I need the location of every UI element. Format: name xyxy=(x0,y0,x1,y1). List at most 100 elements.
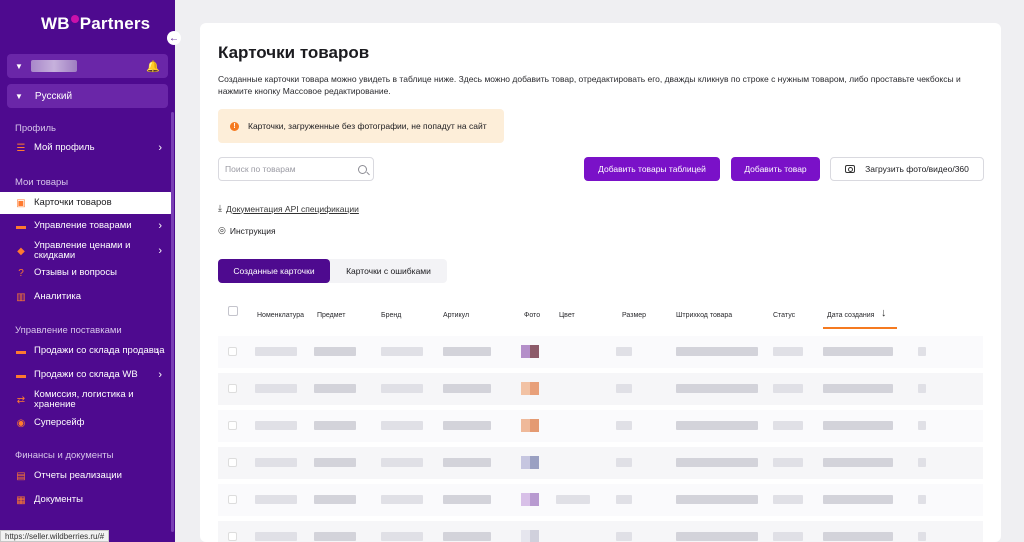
sidebar-item-wb-stock[interactable]: ▬ Продажи со склада WB › xyxy=(0,365,172,385)
blurred-cell xyxy=(918,458,926,467)
col-barcode[interactable]: Штрихкод товара xyxy=(676,312,732,319)
row-checkbox[interactable] xyxy=(228,532,237,541)
blurred-cell xyxy=(255,532,297,541)
blurred-cell xyxy=(381,347,423,356)
col-size[interactable]: Размер xyxy=(622,312,646,319)
page-title: Карточки товаров xyxy=(218,43,370,62)
safe-icon: ◉ xyxy=(16,417,26,429)
blurred-cell xyxy=(443,495,491,504)
col-nomenclature[interactable]: Номенклатура xyxy=(257,312,304,319)
product-thumbnail xyxy=(521,493,539,506)
section-title-profile: Профиль xyxy=(15,123,57,134)
table-row[interactable] xyxy=(218,373,983,405)
language-selector[interactable]: ▼ Русский xyxy=(7,84,168,108)
col-created-date[interactable]: Дата создания xyxy=(827,312,874,319)
col-photo[interactable]: Фото xyxy=(524,312,540,319)
eye-icon: ◎ xyxy=(218,225,226,235)
chart-icon: ▥ xyxy=(16,291,26,303)
col-color[interactable]: Цвет xyxy=(559,312,575,319)
chevron-right-icon: › xyxy=(158,245,162,257)
blurred-cell xyxy=(616,495,632,504)
table-row[interactable] xyxy=(218,336,983,368)
sidebar-item-prices[interactable]: ◆ Управление ценами и скидками › xyxy=(0,238,172,264)
blurred-cell xyxy=(918,532,926,541)
chevron-right-icon: › xyxy=(158,220,162,232)
col-brand[interactable]: Бренд xyxy=(381,312,401,319)
sidebar-scrollbar[interactable] xyxy=(171,112,174,532)
table-row[interactable] xyxy=(218,410,983,442)
sidebar-item-cards[interactable]: ▣ Карточки товаров xyxy=(0,192,172,214)
collapse-sidebar-button[interactable]: ← xyxy=(167,31,181,45)
sidebar-item-analytics[interactable]: ▥ Аналитика xyxy=(0,287,172,307)
blurred-cell xyxy=(676,384,758,393)
logo[interactable]: WB Partners xyxy=(41,14,150,34)
blurred-cell xyxy=(314,532,356,541)
row-checkbox[interactable] xyxy=(228,384,237,393)
sidebar-item-seller-stock[interactable]: ▬ Продажи со склада продавца › xyxy=(0,341,172,361)
blurred-cell xyxy=(381,458,423,467)
blurred-cell xyxy=(556,495,590,504)
sidebar-item-supersafe[interactable]: ◉ Суперсейф xyxy=(0,413,172,433)
row-checkbox[interactable] xyxy=(228,421,237,430)
add-goods-button[interactable]: Добавить товар xyxy=(731,157,820,181)
col-status[interactable]: Статус xyxy=(773,312,795,319)
row-checkbox[interactable] xyxy=(228,458,237,467)
blurred-cell xyxy=(314,384,356,393)
blurred-cell xyxy=(918,495,926,504)
row-checkbox[interactable] xyxy=(228,495,237,504)
blurred-cell xyxy=(823,384,893,393)
logo-wb: WB xyxy=(41,14,70,33)
truck-icon: ▬ xyxy=(16,369,26,381)
blurred-cell xyxy=(255,347,297,356)
blurred-cell xyxy=(255,458,297,467)
table-row[interactable] xyxy=(218,447,983,479)
table-row[interactable] xyxy=(218,484,983,516)
search-input[interactable]: Поиск по товарам xyxy=(218,157,374,181)
blurred-cell xyxy=(676,458,758,467)
tab-error-cards[interactable]: Карточки с ошибками xyxy=(330,259,447,283)
col-article[interactable]: Артикул xyxy=(443,312,469,319)
tab-created-cards[interactable]: Созданные карточки xyxy=(218,259,330,283)
blurred-cell xyxy=(314,495,356,504)
instruction-link[interactable]: ◎ Инструкция xyxy=(218,225,276,236)
sidebar-item-reviews[interactable]: ? Отзывы и вопросы xyxy=(0,263,172,283)
add-goods-table-button[interactable]: Добавить товары таблицей xyxy=(584,157,720,181)
sort-arrow-down-icon[interactable]: ↓ xyxy=(881,307,887,319)
camera-icon xyxy=(845,165,856,173)
blurred-cell xyxy=(255,421,297,430)
table-row[interactable] xyxy=(218,521,983,542)
api-docs-link[interactable]: ⤓ Документация API спецификации xyxy=(218,203,359,214)
page-description: Созданные карточки товара можно увидеть … xyxy=(218,74,961,96)
blurred-cell xyxy=(255,384,297,393)
col-subject[interactable]: Предмет xyxy=(317,312,345,319)
product-thumbnail xyxy=(521,419,539,432)
box-icon: ▣ xyxy=(16,197,26,209)
blurred-cell xyxy=(381,495,423,504)
blurred-cell xyxy=(381,384,423,393)
blurred-cell xyxy=(823,532,893,541)
blurred-cell xyxy=(773,495,803,504)
sliders-icon: ☰ xyxy=(16,142,26,154)
chevron-right-icon: › xyxy=(158,142,162,154)
sidebar-item-documents[interactable]: ▦ Документы xyxy=(0,490,172,510)
sort-indicator xyxy=(823,327,897,329)
blurred-cell xyxy=(918,421,926,430)
row-checkbox[interactable] xyxy=(228,347,237,356)
user-selector[interactable]: ▼ 🔔 xyxy=(7,54,168,78)
blurred-cell xyxy=(823,347,893,356)
sidebar-item-commission[interactable]: ⇄ Комиссия, логистика и хранение xyxy=(0,387,172,413)
bell-icon[interactable]: 🔔 xyxy=(146,60,160,73)
sidebar-item-goods-management[interactable]: ▬ Управление товарами › xyxy=(0,216,172,236)
search-icon[interactable] xyxy=(358,164,367,174)
select-all-checkbox[interactable] xyxy=(228,306,238,316)
blurred-cell xyxy=(773,421,803,430)
upload-media-button[interactable]: Загрузить фото/видео/360 xyxy=(830,157,984,181)
briefcase-icon: ▦ xyxy=(16,494,26,506)
logo-partners: Partners xyxy=(79,14,151,33)
blurred-cell xyxy=(616,347,632,356)
sidebar-item-reports[interactable]: ▤ Отчеты реализации xyxy=(0,466,172,486)
sidebar-item-my-profile[interactable]: ☰ Мой профиль › xyxy=(0,138,172,158)
blurred-cell xyxy=(314,421,356,430)
blurred-cell xyxy=(616,384,632,393)
chevron-right-icon: › xyxy=(158,369,162,381)
